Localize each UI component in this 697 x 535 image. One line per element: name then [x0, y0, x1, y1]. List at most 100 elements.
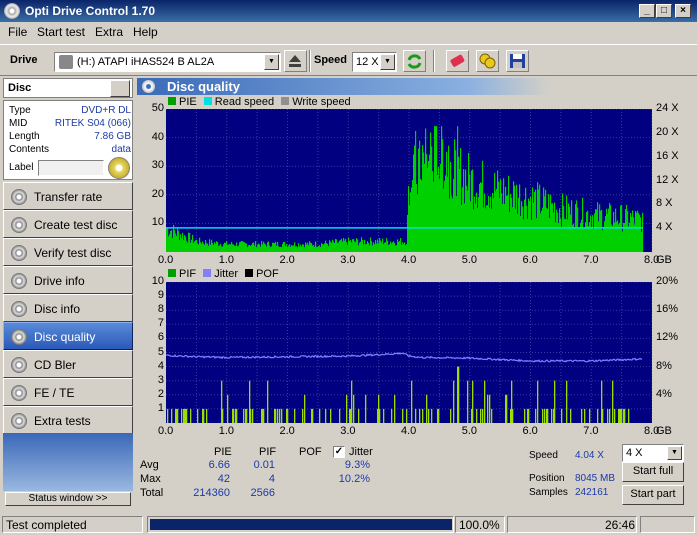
stats-total-pie: 214360 — [193, 487, 230, 499]
pif-bar — [438, 408, 440, 423]
x-tick-label: 2.0 — [279, 254, 295, 266]
start-part-button[interactable]: Start part — [622, 485, 684, 505]
pif-bar — [426, 394, 428, 423]
disc-label-button[interactable] — [108, 157, 130, 179]
disc-icon — [11, 301, 27, 317]
start-full-button[interactable]: Start full — [622, 462, 684, 482]
nav-cd-bler-button[interactable]: CD Bler — [3, 350, 133, 378]
disc-label-input[interactable] — [38, 160, 104, 176]
menu-help[interactable]: Help — [133, 25, 158, 39]
pif-bar — [279, 408, 281, 423]
y2-tick-label: 16% — [656, 303, 679, 316]
nav-extra-tests-button[interactable]: Extra tests — [3, 406, 133, 434]
nav-label: Extra tests — [34, 414, 91, 428]
x-tick-label: 7.0 — [583, 425, 599, 437]
menu-extra[interactable]: Extra — [95, 25, 123, 39]
pif-bar — [319, 408, 321, 423]
menu-start-test[interactable]: Start test — [37, 25, 85, 39]
speed-select[interactable]: 12 X ▼ — [352, 52, 397, 72]
position-label: Position — [529, 473, 565, 484]
status-bar: Test completed 100.0% 26:46 — [0, 514, 697, 535]
disc-eject-button[interactable] — [110, 80, 130, 97]
eraser-icon — [450, 54, 465, 67]
x-tick-label: 0.0 — [158, 254, 174, 266]
stats-avg-pif: 0.01 — [253, 459, 275, 471]
stats-row-label: Avg — [140, 459, 159, 471]
pif-bar — [458, 366, 460, 423]
pif-bar — [167, 408, 169, 423]
eject-button[interactable] — [284, 50, 307, 72]
pif-bar — [402, 408, 404, 423]
pif-bar — [330, 408, 332, 423]
minimize-button[interactable]: _ — [639, 4, 655, 18]
menu-bar: File Start test Extra Help — [0, 22, 697, 42]
nav-drive-info-button[interactable]: Drive info — [3, 266, 133, 294]
y-tick-label: 7 — [157, 317, 164, 330]
speed-select-value: 12 X — [356, 56, 379, 68]
pif-bar — [628, 408, 630, 423]
copy-disc-icon — [479, 53, 496, 69]
disc-icon — [11, 385, 27, 401]
y-tick-label: 6 — [157, 331, 164, 344]
pif-bar — [614, 408, 616, 423]
pif-bar — [566, 380, 568, 423]
nav-label: Create test disc — [34, 218, 118, 232]
nav-fe-te-button[interactable]: FE / TE — [3, 378, 133, 406]
x-tick-label: 7.0 — [583, 254, 599, 266]
x-tick-label: 3.0 — [340, 425, 356, 437]
y2-tick-label: 16 X — [656, 149, 679, 162]
pif-bar — [480, 408, 482, 423]
bottom-chart-legend: PIF Jitter POF — [168, 268, 283, 280]
pif-bar — [206, 408, 208, 423]
y2-tick-label: 8 X — [656, 197, 673, 210]
disc-icon — [11, 357, 27, 373]
y-tick-label: 8 — [157, 303, 164, 316]
pif-bar — [542, 408, 544, 423]
pif-bar — [431, 408, 433, 423]
disc-icon — [11, 329, 27, 345]
test-speed-select[interactable]: 4 X ▼ — [622, 444, 684, 462]
drive-label: Drive — [10, 54, 38, 66]
refresh-button[interactable] — [403, 50, 426, 72]
copy-button[interactable] — [476, 50, 499, 72]
status-window-button[interactable]: Status window >> — [5, 492, 131, 506]
nav-disc-quality-button[interactable]: Disc quality — [3, 322, 133, 350]
pif-bar — [233, 408, 235, 423]
save-button[interactable] — [506, 50, 529, 72]
maximize-button[interactable]: □ — [656, 4, 672, 18]
stats-total-pif: 2566 — [250, 487, 275, 499]
pif-bar — [243, 408, 245, 423]
x-unit-label: GB — [656, 425, 672, 437]
disc-header-label: Disc — [8, 82, 32, 94]
erase-button[interactable] — [446, 50, 469, 72]
top-chart-legend: PIE Read speed Write speed — [168, 96, 355, 108]
nav-label: CD Bler — [34, 358, 77, 372]
samples-label: Samples — [529, 487, 568, 498]
pif-bar — [487, 394, 489, 423]
nav-verify-test-disc-button[interactable]: Verify test disc — [3, 238, 133, 266]
pif-bar — [190, 408, 192, 423]
pif-bar — [227, 394, 229, 423]
nav-disc-info-button[interactable]: Disc info — [3, 294, 133, 322]
pif-bar — [186, 408, 188, 423]
pif-bar — [302, 408, 304, 423]
nav-create-test-disc-button[interactable]: Create test disc — [3, 210, 133, 238]
status-text-cell: Test completed — [2, 516, 143, 533]
disc-icon — [11, 189, 27, 205]
stats-max-pif: 4 — [268, 473, 275, 485]
jitter-checkbox[interactable]: ✓ — [333, 446, 345, 458]
jitter-line — [166, 352, 643, 363]
nav-transfer-rate-button[interactable]: Transfer rate — [3, 182, 133, 210]
app-disc-icon — [4, 3, 20, 19]
drive-select[interactable]: (H:) ATAPI iHAS524 B AL2A ▼ — [54, 52, 281, 72]
pie-bar — [642, 212, 644, 252]
pif-bar — [491, 408, 493, 423]
y2-tick-label: 20 X — [656, 125, 679, 138]
x-tick-label: 1.0 — [218, 254, 235, 266]
disc-icon — [11, 413, 27, 429]
toolbar: Drive (H:) ATAPI iHAS524 B AL2A ▼ Speed … — [0, 44, 697, 76]
menu-file[interactable]: File — [8, 25, 27, 39]
close-button[interactable]: × — [675, 4, 691, 18]
pif-chart-plot — [166, 282, 652, 423]
pif-bar — [236, 408, 238, 423]
